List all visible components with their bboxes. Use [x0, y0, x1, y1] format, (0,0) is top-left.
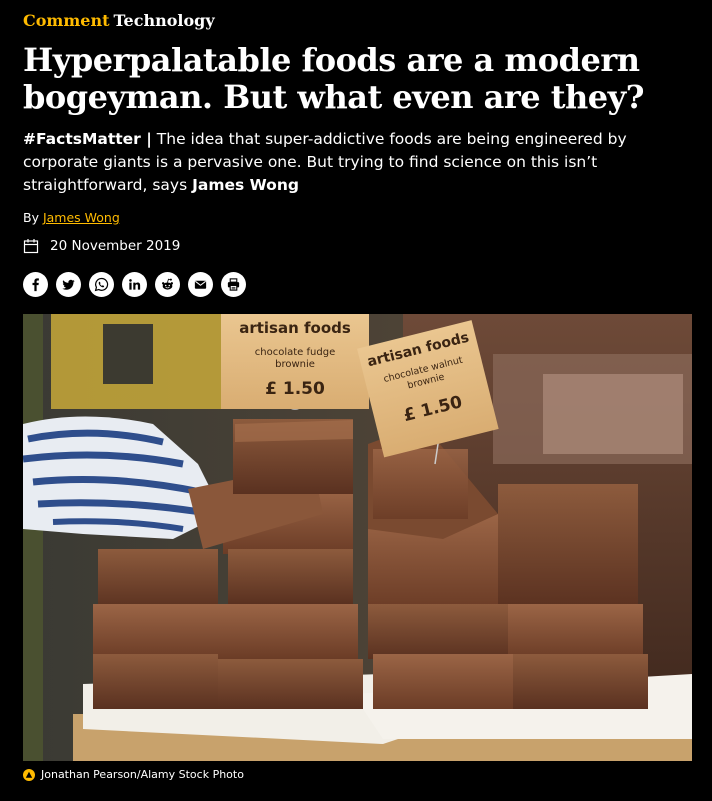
share-whatsapp-button[interactable]: [89, 272, 114, 297]
dateline: 20 November 2019: [23, 236, 180, 256]
author-link[interactable]: James Wong: [43, 210, 120, 225]
share-email-button[interactable]: [188, 272, 213, 297]
camera-icon: [23, 768, 35, 781]
photo-caption: Jonathan Pearson/Alamy Stock Photo: [23, 767, 244, 782]
standfirst: #FactsMatter | The idea that super-addic…: [23, 128, 698, 197]
byline: By James Wong: [23, 209, 120, 227]
share-twitter-button[interactable]: [56, 272, 81, 297]
main-photo: artisan foods chocolate fudge brownie £ …: [23, 314, 692, 761]
byline-prefix: By: [23, 210, 43, 225]
publish-date: 20 November 2019: [50, 238, 181, 254]
left-sign-line2: brownie: [275, 359, 315, 370]
twitter-icon: [62, 279, 75, 290]
caption-text: Jonathan Pearson/Alamy Stock Photo: [41, 768, 244, 781]
left-sign-line1: chocolate fudge: [255, 347, 335, 358]
linkedin-icon: [129, 279, 141, 290]
standfirst-author: James Wong: [192, 176, 299, 194]
headline: Hyperpalatable foods are a modern bogeym…: [23, 41, 644, 116]
calendar-icon: [23, 239, 39, 254]
share-reddit-button[interactable]: [155, 272, 180, 297]
print-icon: [227, 278, 240, 291]
share-bar: [23, 272, 246, 297]
section-link[interactable]: Comment: [23, 11, 109, 30]
share-linkedin-button[interactable]: [122, 272, 147, 297]
whatsapp-icon: [94, 277, 109, 292]
print-button[interactable]: [221, 272, 246, 297]
facebook-icon: [32, 278, 39, 292]
left-sign-title: artisan foods: [239, 319, 351, 337]
email-icon: [194, 280, 207, 289]
left-sign-price: £ 1.50: [265, 379, 325, 399]
reddit-icon: [161, 278, 174, 290]
share-facebook-button[interactable]: [23, 272, 48, 297]
topic-link[interactable]: Technology: [113, 11, 214, 30]
standfirst-tag: #FactsMatter |: [23, 130, 152, 148]
kicker: Comment Technology: [23, 11, 215, 31]
